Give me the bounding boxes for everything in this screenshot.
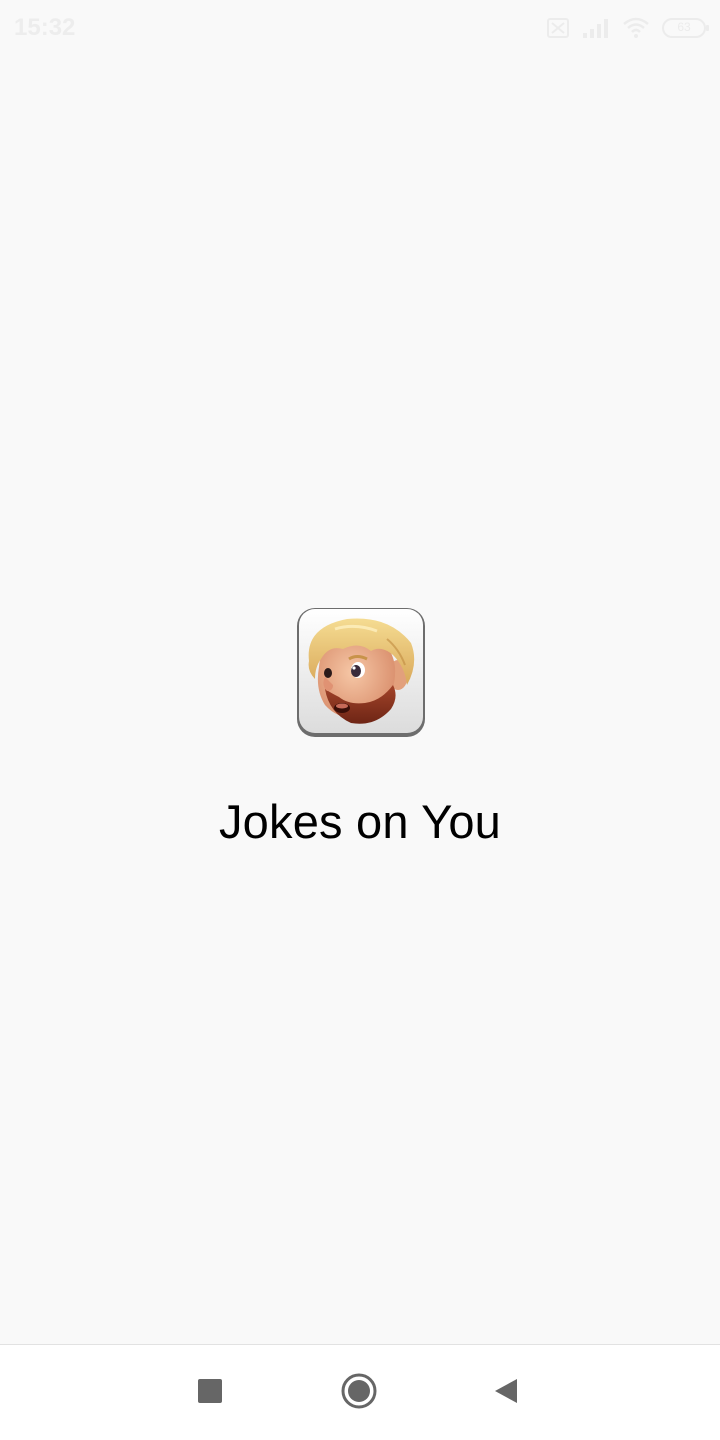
battery-icon: 63 <box>662 17 710 39</box>
home-circle-icon <box>340 1372 378 1415</box>
home-button[interactable] <box>337 1371 381 1415</box>
status-icons: 63 <box>546 14 710 42</box>
app-title: Jokes on You <box>218 795 502 848</box>
back-triangle-icon <box>493 1377 519 1410</box>
recents-square-icon <box>197 1378 223 1409</box>
navigation-bar <box>0 1344 720 1440</box>
signal-icon <box>582 17 610 39</box>
status-bar: 15:32 63 <box>0 0 720 56</box>
sim-icon <box>546 17 570 39</box>
battery-level-text: 63 <box>677 20 691 34</box>
bearded-face-app-icon <box>295 605 427 739</box>
back-button[interactable] <box>484 1371 528 1415</box>
wifi-icon <box>622 17 650 39</box>
recents-button[interactable] <box>188 1371 232 1415</box>
status-time: 15:32 <box>14 14 76 41</box>
splash-screen: 15:32 63 Jokes on You <box>0 0 720 1440</box>
